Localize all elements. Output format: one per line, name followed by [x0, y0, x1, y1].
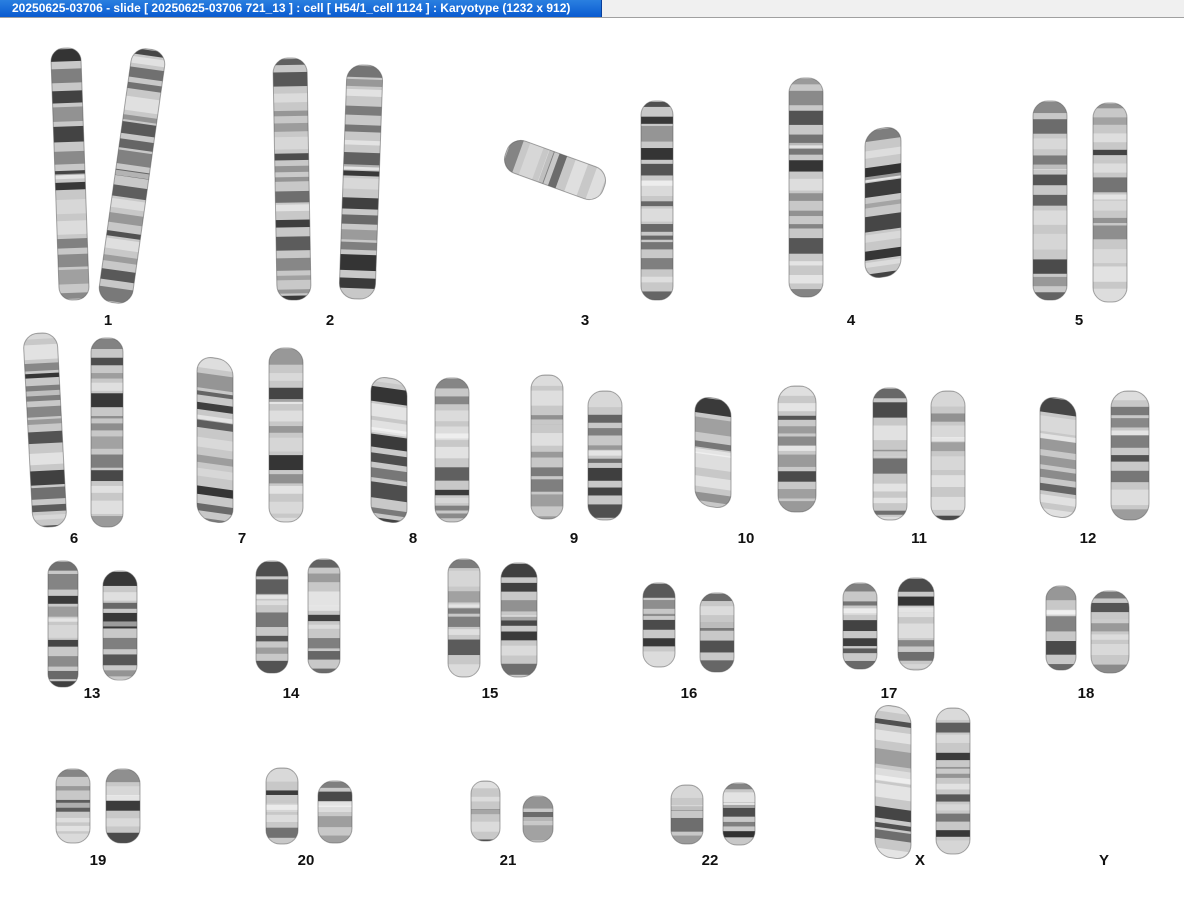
- chromosome-5-2[interactable]: [1090, 100, 1130, 305]
- chromosome-12-2[interactable]: [1108, 388, 1152, 523]
- chromosome-10-2[interactable]: [775, 383, 819, 515]
- chromosome-6-2[interactable]: [88, 335, 126, 530]
- chromosome-label-y: Y: [1098, 852, 1109, 869]
- chromosome-19-2[interactable]: [103, 766, 143, 846]
- chromosome-label-9: 9: [569, 530, 579, 547]
- chromosome-label-15: 15: [481, 685, 499, 702]
- chromosome-20-2[interactable]: [315, 778, 355, 846]
- chromosome-13-1[interactable]: [45, 558, 81, 690]
- chromosome-label-7: 7: [237, 530, 247, 547]
- chromosome-10-1[interactable]: [684, 395, 742, 510]
- chromosome-label-14: 14: [282, 685, 300, 702]
- chromosome-13-2[interactable]: [100, 568, 140, 683]
- chromosome-14-1[interactable]: [253, 558, 291, 676]
- chromosome-5-1[interactable]: [1030, 98, 1070, 303]
- chromosome-19-1[interactable]: [53, 766, 93, 846]
- chromosome-12-1[interactable]: [1025, 395, 1090, 520]
- chromosome-label-12: 12: [1079, 530, 1097, 547]
- chromosome-15-1[interactable]: [445, 556, 483, 680]
- chromosome-label-20: 20: [297, 852, 315, 869]
- chromosome-3-2[interactable]: [638, 98, 676, 303]
- chromosome-3-1[interactable]: [500, 120, 610, 220]
- chromosome-label-5: 5: [1074, 312, 1084, 329]
- chromosome-label-11: 11: [911, 530, 927, 547]
- chromosome-1-2[interactable]: [97, 45, 167, 307]
- chromosome-9-1[interactable]: [528, 372, 566, 522]
- chromosome-label-x: X: [914, 852, 925, 869]
- chromosome-16-2[interactable]: [697, 590, 737, 675]
- chromosome-label-17: 17: [880, 685, 898, 702]
- karyotype-canvas[interactable]: 1 2 3 4 5 6 7 8 9 10 11 12 13 14 15 16 17 18 19 20 21 22 X Y: [0, 0, 1184, 900]
- chromosome-label-1: 1: [103, 312, 113, 329]
- chromosome-17-1[interactable]: [840, 580, 880, 672]
- chromosome-2-2[interactable]: [338, 62, 384, 302]
- chromosome-4-2[interactable]: [848, 125, 918, 280]
- chromosome-label-6: 6: [69, 530, 79, 547]
- chromosome-label-3: 3: [580, 312, 590, 329]
- chromosome-label-10: 10: [737, 530, 755, 547]
- chromosome-label-19: 19: [89, 852, 107, 869]
- chromosome-1-1[interactable]: [50, 45, 90, 303]
- chromosome-x-1[interactable]: [868, 703, 918, 861]
- chromosome-11-2[interactable]: [928, 388, 968, 523]
- chromosome-x-2[interactable]: [933, 705, 973, 857]
- chromosome-20-1[interactable]: [263, 765, 301, 847]
- chromosome-label-18: 18: [1077, 685, 1095, 702]
- chromosome-6-1[interactable]: [22, 330, 68, 530]
- chromosome-22-2[interactable]: [720, 780, 758, 848]
- chromosome-2-1[interactable]: [272, 55, 312, 303]
- chromosome-11-1[interactable]: [870, 385, 910, 523]
- chromosome-18-1[interactable]: [1043, 583, 1079, 673]
- chromosome-16-1[interactable]: [640, 580, 678, 670]
- chromosome-21-2[interactable]: [520, 793, 556, 845]
- chromosome-label-4: 4: [846, 312, 856, 329]
- chromosome-label-21: 21: [499, 852, 517, 869]
- chromosome-label-16: 16: [680, 685, 698, 702]
- chromosome-18-2[interactable]: [1088, 588, 1132, 676]
- chromosome-label-8: 8: [408, 530, 418, 547]
- chromosome-4-1[interactable]: [786, 75, 826, 300]
- chromosome-8-2[interactable]: [432, 375, 472, 525]
- chromosome-label-13: 13: [83, 685, 101, 702]
- chromosome-label-2: 2: [325, 312, 335, 329]
- chromosome-15-2[interactable]: [498, 560, 540, 680]
- chromosome-21-1[interactable]: [468, 778, 503, 844]
- chromosome-9-2[interactable]: [585, 388, 625, 523]
- chromosome-8-1[interactable]: [360, 375, 418, 525]
- chromosome-14-2[interactable]: [305, 556, 343, 676]
- chromosome-17-2[interactable]: [895, 575, 937, 673]
- chromosome-7-1[interactable]: [185, 355, 245, 525]
- chromosome-label-22: 22: [701, 852, 719, 869]
- chromosome-22-1[interactable]: [668, 782, 706, 847]
- chromosome-7-2[interactable]: [266, 345, 306, 525]
